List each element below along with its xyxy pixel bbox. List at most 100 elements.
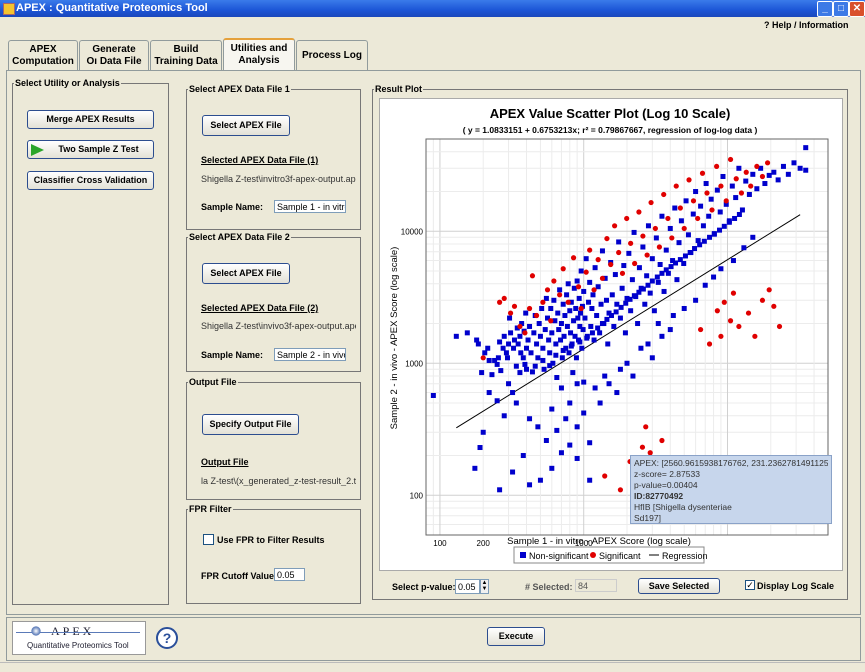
point-nonsignificant[interactable] [628,308,634,314]
point-significant[interactable] [507,310,514,316]
point-significant[interactable] [714,163,720,170]
point-nonsignificant[interactable] [540,357,546,363]
fpr-cutoff-field[interactable]: 0.05 [274,568,305,581]
point-nonsignificant[interactable] [541,366,547,372]
point-nonsignificant[interactable] [703,181,709,187]
point-nonsignificant[interactable] [527,323,533,329]
point-nonsignificant[interactable] [524,345,529,351]
point-nonsignificant[interactable] [619,285,625,291]
point-significant[interactable] [602,473,608,479]
point-significant[interactable] [743,169,749,175]
point-nonsignificant[interactable] [592,385,598,391]
point-nonsignificant[interactable] [624,360,630,366]
point-nonsignificant[interactable] [589,305,595,311]
point-nonsignificant[interactable] [791,160,797,166]
point-nonsignificant[interactable] [750,171,756,177]
point-nonsignificant[interactable] [549,465,555,471]
save-selected-button[interactable]: Save Selected [638,578,720,594]
point-significant[interactable] [748,183,754,189]
point-nonsignificant[interactable] [580,327,586,333]
point-nonsignificant[interactable] [617,366,623,372]
point-nonsignificant[interactable] [568,343,574,349]
point-nonsignificant[interactable] [707,234,713,240]
point-significant[interactable] [517,323,523,330]
point-nonsignificant[interactable] [477,445,483,451]
point-nonsignificant[interactable] [501,333,507,339]
point-significant[interactable] [632,260,638,267]
point-nonsignificant[interactable] [510,390,516,396]
point-nonsignificant[interactable] [612,272,618,278]
point-nonsignificant[interactable] [556,327,562,333]
point-significant[interactable] [733,176,739,182]
point-nonsignificant[interactable] [498,368,504,374]
point-significant[interactable] [766,287,772,293]
point-significant[interactable] [709,207,715,213]
sample1-name-field[interactable]: Sample 1 - in vitro [274,200,346,213]
execute-button[interactable]: Execute [487,627,545,646]
point-nonsignificant[interactable] [582,315,588,321]
point-nonsignificant[interactable] [479,370,485,376]
point-nonsignificant[interactable] [560,347,566,353]
point-significant[interactable] [624,215,630,222]
point-nonsignificant[interactable] [720,173,726,179]
point-nonsignificant[interactable] [486,357,492,363]
point-significant[interactable] [776,323,783,330]
point-significant[interactable] [764,160,771,166]
point-nonsignificant[interactable] [537,333,543,339]
point-nonsignificant[interactable] [655,279,661,285]
point-nonsignificant[interactable] [566,350,572,356]
point-nonsignificant[interactable] [528,350,534,356]
point-nonsignificant[interactable] [667,327,673,333]
point-significant[interactable] [540,299,546,305]
minimize-button[interactable]: _ [817,1,833,17]
point-nonsignificant[interactable] [754,186,760,192]
point-nonsignificant[interactable] [659,270,665,276]
point-nonsignificant[interactable] [547,363,553,369]
point-nonsignificant[interactable] [651,308,657,314]
point-nonsignificant[interactable] [532,363,538,369]
point-nonsignificant[interactable] [558,321,564,327]
point-nonsignificant[interactable] [602,373,608,379]
point-nonsignificant[interactable] [581,379,587,385]
point-nonsignificant[interactable] [573,305,579,311]
point-nonsignificant[interactable] [583,256,589,262]
point-nonsignificant[interactable] [606,381,612,387]
point-nonsignificant[interactable] [567,400,573,406]
point-significant[interactable] [644,252,650,258]
point-nonsignificant[interactable] [559,355,565,361]
point-nonsignificant[interactable] [594,313,600,319]
point-nonsignificant[interactable] [677,257,683,263]
point-nonsignificant[interactable] [513,400,519,406]
point-nonsignificant[interactable] [714,187,720,193]
point-nonsignificant[interactable] [536,321,542,327]
point-nonsignificant[interactable] [717,209,723,215]
point-nonsignificant[interactable] [611,323,617,329]
point-nonsignificant[interactable] [636,289,642,295]
point-nonsignificant[interactable] [598,301,604,307]
point-nonsignificant[interactable] [693,189,699,195]
point-nonsignificant[interactable] [430,392,436,398]
tab-process-log[interactable]: Process Log [296,40,368,70]
point-nonsignificant[interactable] [523,310,529,316]
point-nonsignificant[interactable] [693,297,699,303]
point-significant[interactable] [690,198,697,204]
point-nonsignificant[interactable] [577,339,583,345]
point-nonsignificant[interactable] [537,477,543,483]
point-nonsignificant[interactable] [587,477,593,483]
merge-apex-results-button[interactable]: Merge APEX Results [27,110,154,129]
point-nonsignificant[interactable] [554,375,560,381]
point-nonsignificant[interactable] [649,256,655,262]
point-nonsignificant[interactable] [555,310,561,316]
point-nonsignificant[interactable] [495,355,501,361]
point-nonsignificant[interactable] [635,321,641,327]
point-significant[interactable] [718,183,724,189]
point-significant[interactable] [730,290,737,296]
point-nonsignificant[interactable] [485,345,491,351]
select-apex-file-2-button[interactable]: Select APEX File [202,263,290,284]
point-significant[interactable] [643,424,649,430]
point-nonsignificant[interactable] [475,341,481,347]
point-nonsignificant[interactable] [649,278,655,284]
point-nonsignificant[interactable] [750,234,756,240]
point-nonsignificant[interactable] [614,301,620,307]
point-significant[interactable] [665,215,671,222]
